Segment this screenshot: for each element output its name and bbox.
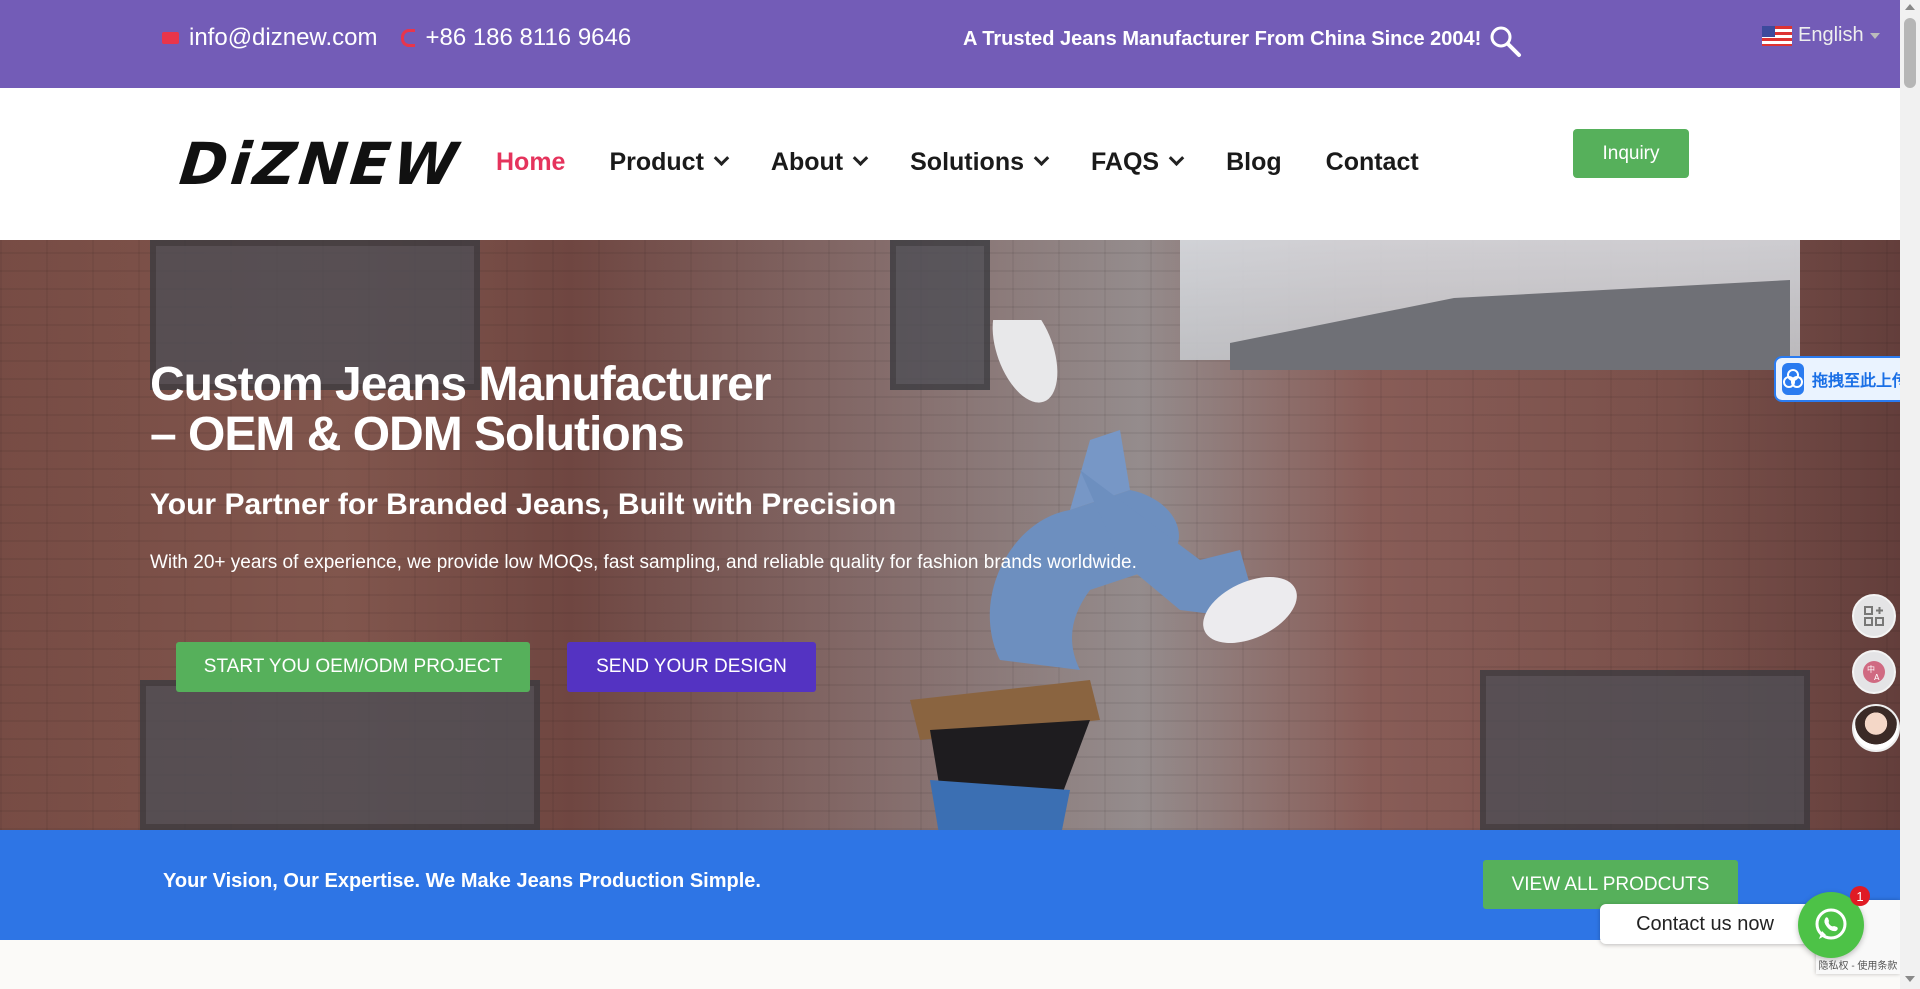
hero-section: Custom Jeans Manufacturer – OEM & ODM So… xyxy=(0,240,1900,830)
chevron-down-icon xyxy=(1168,150,1185,167)
main-nav: Home Product About Solutions FAQS Blog C… xyxy=(496,148,1463,177)
search-icon[interactable] xyxy=(1488,24,1522,58)
recaptcha-text: 隐私权 - 使用条款 xyxy=(1818,961,1898,972)
start-project-button[interactable]: START YOU OEM/ODM PROJECT xyxy=(176,642,530,692)
email-link[interactable]: info@diznew.com xyxy=(162,24,377,52)
assistant-avatar-button[interactable] xyxy=(1852,704,1900,752)
chevron-down-icon xyxy=(1869,32,1880,39)
upload-label: 拖拽至此上传 xyxy=(1812,373,1900,390)
hero-subtitle: Your Partner for Branded Jeans, Built wi… xyxy=(150,488,897,521)
scroll-up-arrow[interactable] xyxy=(1905,4,1915,10)
building-window xyxy=(140,680,540,830)
phone-text: +86 186 8116 9646 xyxy=(425,24,632,51)
nav-home-label: Home xyxy=(496,148,566,176)
phone-link[interactable]: +86 186 8116 9646 xyxy=(401,24,631,52)
language-selector[interactable]: English xyxy=(1762,24,1880,47)
hero-title: Custom Jeans Manufacturer – OEM & ODM So… xyxy=(150,360,910,460)
hero-title-line-1: Custom Jeans Manufacturer xyxy=(150,358,772,411)
nav-solutions-label: Solutions xyxy=(910,148,1025,176)
scrollbar[interactable] xyxy=(1900,0,1920,989)
contact-info: info@diznew.com +86 186 8116 9646 xyxy=(162,24,631,52)
translate-icon: 中 A xyxy=(1863,661,1885,683)
scroll-thumb[interactable] xyxy=(1904,18,1916,88)
banner-message: Your Vision, Our Expertise. We Make Jean… xyxy=(163,870,761,892)
svg-text:A: A xyxy=(1874,673,1880,682)
hero-description: With 20+ years of experience, we provide… xyxy=(150,552,1137,573)
building-window xyxy=(1480,670,1810,830)
nav-faqs-label: FAQS xyxy=(1091,148,1160,176)
apps-button[interactable] xyxy=(1852,594,1896,638)
logo[interactable]: DiZNEW xyxy=(176,130,463,198)
cloud-upload-icon xyxy=(1782,363,1804,395)
send-design-button[interactable]: SEND YOUR DESIGN xyxy=(567,642,816,692)
nav-product[interactable]: Product xyxy=(609,148,730,177)
site-header: DiZNEW Home Product About Solutions FAQS… xyxy=(0,88,1900,240)
hero-title-line-2: – OEM & ODM Solutions xyxy=(150,408,685,461)
tagline: A Trusted Jeans Manufacturer From China … xyxy=(963,28,1482,50)
grid-plus-icon xyxy=(1864,606,1884,626)
nav-solutions[interactable]: Solutions xyxy=(910,148,1050,177)
translate-button[interactable]: 中 A xyxy=(1852,650,1896,694)
nav-contact[interactable]: Contact xyxy=(1326,148,1419,177)
chevron-down-icon xyxy=(852,150,869,167)
phone-icon xyxy=(401,29,416,47)
nav-contact-label: Contact xyxy=(1325,148,1419,176)
top-bar: info@diznew.com +86 186 8116 9646 A Trus… xyxy=(0,0,1900,88)
nav-about-label: About xyxy=(770,148,844,176)
nav-blog-label: Blog xyxy=(1226,148,1282,176)
inquiry-button[interactable]: Inquiry xyxy=(1573,129,1689,178)
whatsapp-icon xyxy=(1815,908,1847,940)
nav-about[interactable]: About xyxy=(770,148,869,177)
email-text: info@diznew.com xyxy=(189,24,378,51)
nav-blog[interactable]: Blog xyxy=(1226,148,1282,177)
scroll-down-arrow[interactable] xyxy=(1905,976,1915,982)
mail-icon xyxy=(162,32,179,44)
language-label: English xyxy=(1798,24,1864,46)
hero-text: Custom Jeans Manufacturer – OEM & ODM So… xyxy=(150,360,1137,574)
view-all-products-button[interactable]: VIEW ALL PRODCUTS xyxy=(1483,860,1738,909)
chevron-down-icon xyxy=(713,150,730,167)
notification-badge: 1 xyxy=(1850,886,1870,906)
nav-product-label: Product xyxy=(609,148,704,176)
contact-us-bubble[interactable]: Contact us now xyxy=(1600,904,1810,944)
us-flag-icon xyxy=(1762,25,1792,46)
nav-home[interactable]: Home xyxy=(496,148,565,177)
upload-drag-tab[interactable]: 拖拽至此上传 xyxy=(1774,356,1900,402)
nav-faqs[interactable]: FAQS xyxy=(1091,148,1185,177)
chevron-down-icon xyxy=(1033,150,1050,167)
page-content-start xyxy=(0,940,1900,989)
